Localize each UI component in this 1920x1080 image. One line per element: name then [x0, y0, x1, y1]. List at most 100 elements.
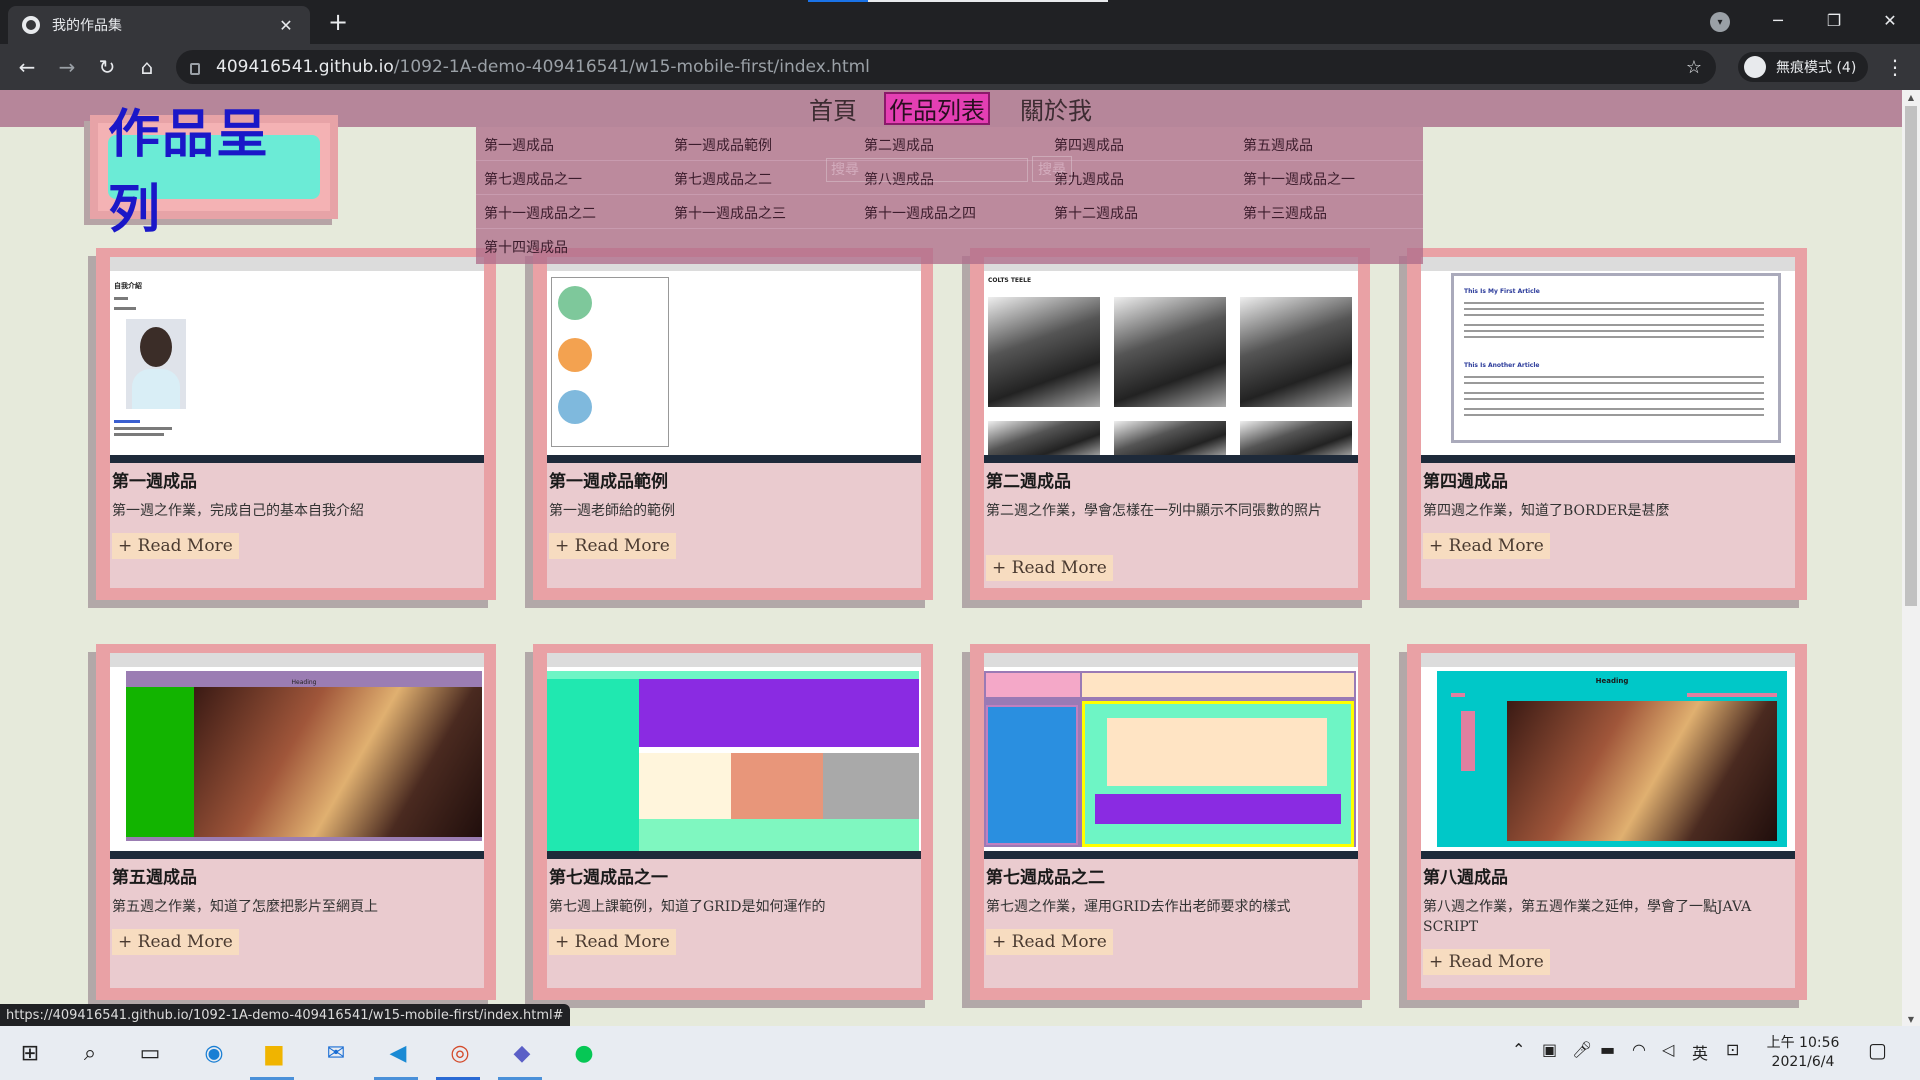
line-icon[interactable]: ● — [566, 1035, 602, 1071]
dropdown-item[interactable]: 第一週成品 — [484, 135, 554, 155]
scroll-down-icon[interactable]: ▼ — [1902, 1012, 1920, 1026]
notification-icon[interactable]: ▢ — [1868, 1038, 1887, 1062]
task-view-icon[interactable]: ▭ — [132, 1035, 168, 1071]
start-windows-icon[interactable]: ⊞ — [12, 1035, 48, 1071]
edge-icon[interactable]: ◉ — [196, 1035, 232, 1071]
battery-icon[interactable]: ▬ — [1600, 1040, 1615, 1059]
close-window-icon[interactable]: ✕ — [1862, 0, 1918, 40]
card-thumbnail[interactable]: Heading — [1421, 653, 1795, 859]
scroll-up-icon[interactable]: ▲ — [1902, 90, 1920, 104]
thumb-heading: COLTS TEELE — [988, 277, 1032, 284]
reload-icon[interactable]: ↻ — [92, 52, 122, 82]
nav-home[interactable]: 首頁 — [806, 92, 860, 125]
wifi-icon[interactable]: ◠ — [1632, 1040, 1646, 1059]
clock[interactable]: 上午 10:56 2021/6/4 — [1758, 1034, 1848, 1072]
dropdown-item[interactable]: 第十一週成品之二 — [484, 203, 596, 223]
dropdown-item[interactable]: 第十四週成品 — [484, 237, 568, 257]
volume-icon[interactable]: ◁ — [1662, 1040, 1674, 1059]
article-box: This Is My First Article This Is Another… — [1451, 273, 1781, 443]
card-thumbnail[interactable]: This Is My First Article This Is Another… — [1421, 257, 1795, 463]
card-thumbnail[interactable] — [984, 653, 1358, 859]
new-tab-button[interactable]: + — [324, 8, 352, 36]
card-thumbnail[interactable]: COLTS TEELE — [984, 257, 1358, 463]
dropdown-item[interactable]: 第二週成品 — [864, 135, 934, 155]
back-icon[interactable]: ← — [12, 52, 42, 82]
url-path: /1092-1A-demo-409416541/w15-mobile-first… — [393, 57, 870, 77]
grid-cell — [731, 753, 823, 819]
dropdown-item[interactable]: 第十一週成品之四 — [864, 203, 976, 223]
input-language[interactable]: 英 — [1692, 1040, 1708, 1064]
tab-search-icon[interactable]: ▾ — [1710, 12, 1730, 32]
card-thumbnail[interactable]: 自我介紹 — [110, 257, 484, 463]
restore-icon[interactable]: ❐ — [1806, 0, 1862, 40]
search-button[interactable]: 搜尋 — [1032, 156, 1072, 182]
status-url-bubble: https://409416541.github.io/1092-1A-demo… — [0, 1004, 570, 1026]
card-title: 第八週成品 — [1423, 868, 1508, 888]
dropdown-item[interactable]: 第十一週成品之三 — [674, 203, 786, 223]
read-more-button[interactable]: + Read More — [1423, 533, 1550, 559]
read-more-button[interactable]: + Read More — [1423, 949, 1550, 975]
read-more-button[interactable]: + Read More — [986, 929, 1113, 955]
browser-tab[interactable]: 我的作品集 ✕ — [8, 6, 310, 44]
card-desc: 第八週之作業，第五週作業之延伸，學會了一點JAVA SCRIPT — [1423, 899, 1752, 935]
tray-chevron-icon[interactable]: ⌃ — [1512, 1040, 1525, 1059]
dropdown-item[interactable]: 第四週成品 — [1054, 135, 1124, 155]
video-player[interactable] — [194, 687, 482, 837]
card-thumbnail[interactable]: Heading — [110, 653, 484, 859]
grid-footer — [639, 819, 919, 851]
brand-box: 作品呈列 — [90, 105, 338, 240]
read-more-button[interactable]: + Read More — [549, 929, 676, 955]
bw-photo — [988, 421, 1100, 457]
card-thumbnail[interactable] — [547, 257, 921, 463]
browser-menu-icon[interactable]: ⋮ — [1880, 52, 1910, 82]
card-thumbnail[interactable] — [547, 653, 921, 859]
home-icon[interactable]: ⌂ — [132, 52, 162, 82]
device-icon[interactable]: ▣ — [1542, 1040, 1557, 1059]
incognito-badge[interactable]: 無痕模式 (4) — [1738, 52, 1869, 82]
clock-date: 2021/6/4 — [1771, 1054, 1835, 1070]
teams-icon[interactable]: ◆ — [504, 1035, 540, 1071]
dropdown-item[interactable]: 第十三週成品 — [1243, 203, 1327, 223]
grid-sidebar — [986, 705, 1078, 845]
incognito-icon — [1744, 56, 1766, 78]
thumb-heading: 自我介紹 — [114, 282, 142, 290]
minimize-icon[interactable]: ─ — [1750, 0, 1806, 40]
card-desc: 第四週之作業，知道了BORDER是甚麼 — [1423, 503, 1670, 519]
card-desc: 第七週之作業，運用GRID去作出老師要求的樣式 — [986, 899, 1291, 915]
dropdown-item[interactable]: 第七週成品之一 — [484, 169, 582, 189]
video-player[interactable] — [1507, 701, 1777, 841]
card-desc: 第一週老師給的範例 — [549, 503, 675, 519]
dropdown-item[interactable]: 第七週成品之二 — [674, 169, 772, 189]
grid-main — [639, 679, 919, 747]
dropdown-item[interactable]: 第五週成品 — [1243, 135, 1313, 155]
dropdown-item[interactable]: 第十二週成品 — [1054, 203, 1138, 223]
file-explorer-icon[interactable]: ▆ — [256, 1035, 292, 1071]
dropdown-row: 第十一週成品之二 第十一週成品之三 第十一週成品之四 第十二週成品 第十三週成品 — [476, 195, 1423, 229]
thumb-heading: Heading — [291, 679, 317, 686]
article-title: This Is Another Article — [1464, 362, 1540, 369]
tab-close-icon[interactable]: ✕ — [276, 15, 296, 35]
microphone-icon[interactable]: 🎤︎ — [1572, 1040, 1592, 1059]
page-scrollbar[interactable]: ▲ ▼ — [1902, 90, 1920, 1026]
scrollbar-thumb[interactable] — [1905, 106, 1917, 606]
search-icon[interactable]: ⌕ — [72, 1035, 108, 1071]
vscode-icon[interactable]: ◀ — [380, 1035, 416, 1071]
dropdown-item[interactable]: 第一週成品範例 — [674, 135, 772, 155]
chrome-icon[interactable]: ◎ — [442, 1035, 478, 1071]
work-card: This Is My First Article This Is Another… — [1407, 248, 1807, 600]
incognito-label: 無痕模式 (4) — [1776, 60, 1857, 76]
read-more-button[interactable]: + Read More — [112, 929, 239, 955]
dropdown-item[interactable]: 第十一週成品之一 — [1243, 169, 1355, 189]
bookmark-star-icon[interactable]: ☆ — [1686, 57, 1702, 78]
forward-icon[interactable]: → — [52, 52, 82, 82]
address-bar[interactable]: 409416541.github.io /1092-1A-demo-409416… — [176, 50, 1716, 84]
search-input[interactable]: 搜尋 — [826, 158, 1028, 182]
read-more-button[interactable]: + Read More — [986, 555, 1113, 581]
read-more-button[interactable]: + Read More — [549, 533, 676, 559]
ime-icon[interactable]: ⊡ — [1726, 1040, 1739, 1059]
mail-icon[interactable]: ✉ — [318, 1035, 354, 1071]
nav-about[interactable]: 關於我 — [1017, 92, 1095, 125]
globe-icon — [22, 16, 40, 34]
read-more-button[interactable]: + Read More — [112, 533, 239, 559]
nav-works[interactable]: 作品列表 — [884, 92, 990, 125]
